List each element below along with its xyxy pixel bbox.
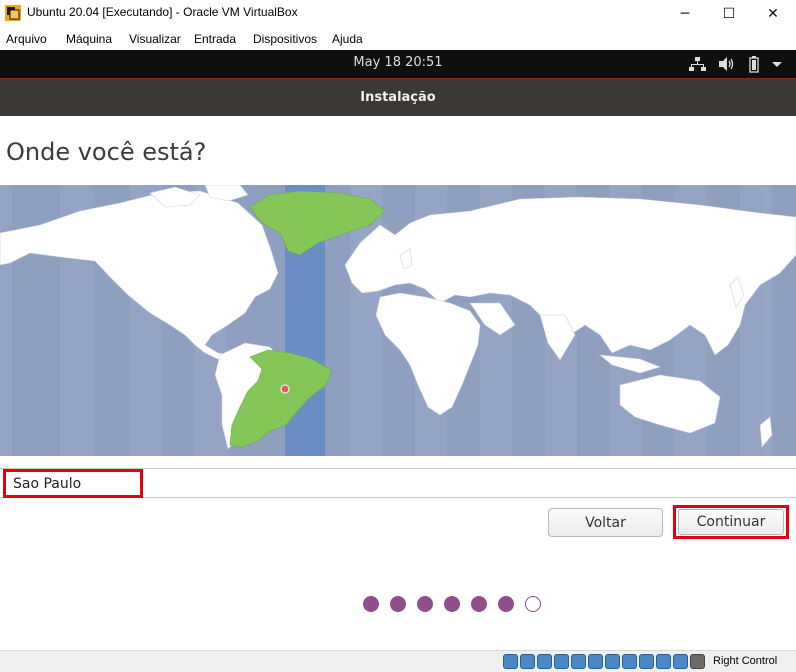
close-icon: ✕ — [767, 5, 779, 22]
recording-icon[interactable] — [622, 654, 637, 669]
clock[interactable]: May 18 20:51 — [0, 55, 796, 70]
video-capture-icon[interactable] — [639, 654, 654, 669]
shared-folders-icon[interactable] — [588, 654, 603, 669]
progress-dot-done — [498, 596, 514, 612]
location-input[interactable] — [3, 469, 143, 498]
ubuntu-top-bar: May 18 20:51 — [0, 50, 796, 78]
display-icon[interactable] — [605, 654, 620, 669]
progress-dot-done — [390, 596, 406, 612]
window-title: Ubuntu 20.04 [Executando] - Oracle VM Vi… — [27, 5, 298, 19]
menu-dispositivos[interactable]: Dispositivos — [253, 32, 317, 46]
maximize-button[interactable]: ☐ — [706, 0, 752, 27]
continue-button-highlight: Continuar — [673, 505, 789, 539]
menu-visualizar[interactable]: Visualizar — [129, 32, 181, 46]
city-row — [0, 468, 796, 498]
volume-icon[interactable] — [718, 55, 734, 73]
continue-button[interactable]: Continuar — [678, 509, 784, 535]
minimize-icon: ─ — [680, 5, 690, 22]
menu-ajuda[interactable]: Ajuda — [332, 32, 363, 46]
mouse-integration-icon[interactable] — [673, 654, 688, 669]
page-heading: Onde você está? — [6, 138, 207, 166]
back-button[interactable]: Voltar — [548, 508, 663, 537]
usb-icon[interactable] — [571, 654, 586, 669]
close-button[interactable]: ✕ — [750, 0, 796, 27]
menu-maquina[interactable]: Máquina — [66, 32, 112, 46]
virtualbox-statusbar: Right Control — [0, 650, 796, 672]
host-key-label: Right Control — [713, 655, 778, 667]
audio-icon[interactable] — [537, 654, 552, 669]
progress-dot-done — [363, 596, 379, 612]
virtualbox-icon — [5, 5, 21, 21]
battery-icon[interactable] — [749, 55, 759, 73]
cpu-icon[interactable] — [656, 654, 671, 669]
progress-dot-done — [417, 596, 433, 612]
window-titlebar: Ubuntu 20.04 [Executando] - Oracle VM Vi… — [0, 0, 796, 27]
optical-drive-icon[interactable] — [520, 654, 535, 669]
menu-entrada[interactable]: Entrada — [194, 32, 236, 46]
network-icon[interactable] — [689, 55, 706, 73]
progress-dot-done — [471, 596, 487, 612]
installer-header: Instalação — [0, 78, 796, 116]
menu-arrow-icon[interactable] — [771, 55, 783, 73]
timezone-map[interactable] — [0, 185, 796, 456]
installer-title: Instalação — [360, 90, 436, 105]
maximize-icon: ☐ — [722, 5, 736, 22]
installer-progress — [363, 596, 541, 612]
progress-dot-current — [525, 596, 541, 612]
menubar: Arquivo Máquina Visualizar Entrada Dispo… — [0, 30, 796, 50]
location-marker — [280, 384, 290, 394]
progress-dot-done — [444, 596, 460, 612]
host-key-icon — [690, 654, 705, 669]
menu-arquivo[interactable]: Arquivo — [6, 32, 47, 46]
hard-disk-icon[interactable] — [503, 654, 518, 669]
minimize-button[interactable]: ─ — [662, 0, 708, 27]
network-icon[interactable] — [554, 654, 569, 669]
